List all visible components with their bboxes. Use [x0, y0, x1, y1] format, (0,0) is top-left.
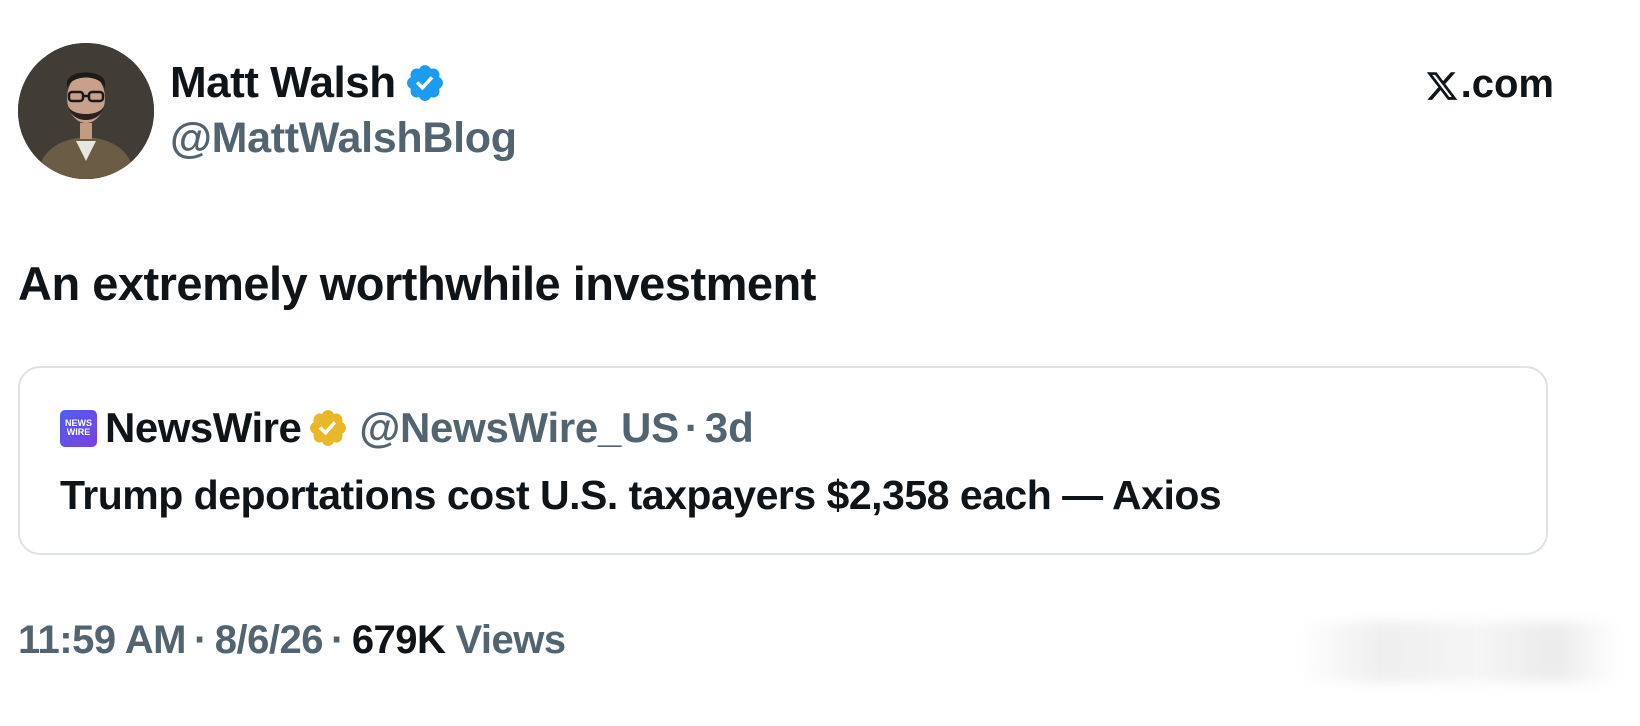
quoted-timestamp[interactable]: 3d	[705, 404, 754, 452]
blurred-region	[1300, 622, 1620, 682]
author-avatar[interactable]	[18, 43, 154, 179]
quoted-author-handle[interactable]: @NewsWire_US	[359, 404, 679, 452]
meta-separator-2: ·	[330, 618, 344, 662]
verified-badge-icon	[404, 62, 446, 104]
quoted-separator: ·	[684, 404, 699, 451]
newswire-avatar-icon[interactable]: NEWS WIRE	[60, 409, 97, 447]
newswire-logo-line2: WIRE	[66, 427, 91, 437]
x-logo-icon	[1425, 68, 1459, 102]
author-display-name[interactable]: Matt Walsh	[170, 58, 446, 108]
meta-separator: ·	[193, 618, 207, 662]
site-domain-text: .com	[1460, 62, 1554, 106]
tweet-time[interactable]: 11:59 AM	[18, 618, 186, 662]
tweet-text: An extremely worthwhile investment	[18, 257, 816, 310]
author-handle[interactable]: @MattWalshBlog	[170, 114, 517, 163]
tweet-meta-row: 11:59 AM · 8/6/26 · 679K Views	[18, 618, 566, 663]
tweet-date[interactable]: 8/6/26	[215, 618, 324, 662]
author-name-text[interactable]: Matt Walsh	[170, 58, 396, 108]
views-label: Views	[455, 618, 566, 662]
views-count: 679K	[351, 618, 446, 662]
quoted-tweet-card[interactable]: NEWS WIRE NewsWire @NewsWire_US · 3d Tru…	[18, 366, 1548, 555]
quoted-tweet-text: Trump deportations cost U.S. taxpayers $…	[60, 472, 1222, 518]
site-label: .com	[1425, 62, 1554, 107]
quoted-tweet-header: NEWS WIRE NewsWire @NewsWire_US · 3d	[60, 404, 754, 452]
quoted-author-name[interactable]: NewsWire	[105, 404, 302, 452]
gold-verified-badge-icon	[307, 407, 349, 449]
